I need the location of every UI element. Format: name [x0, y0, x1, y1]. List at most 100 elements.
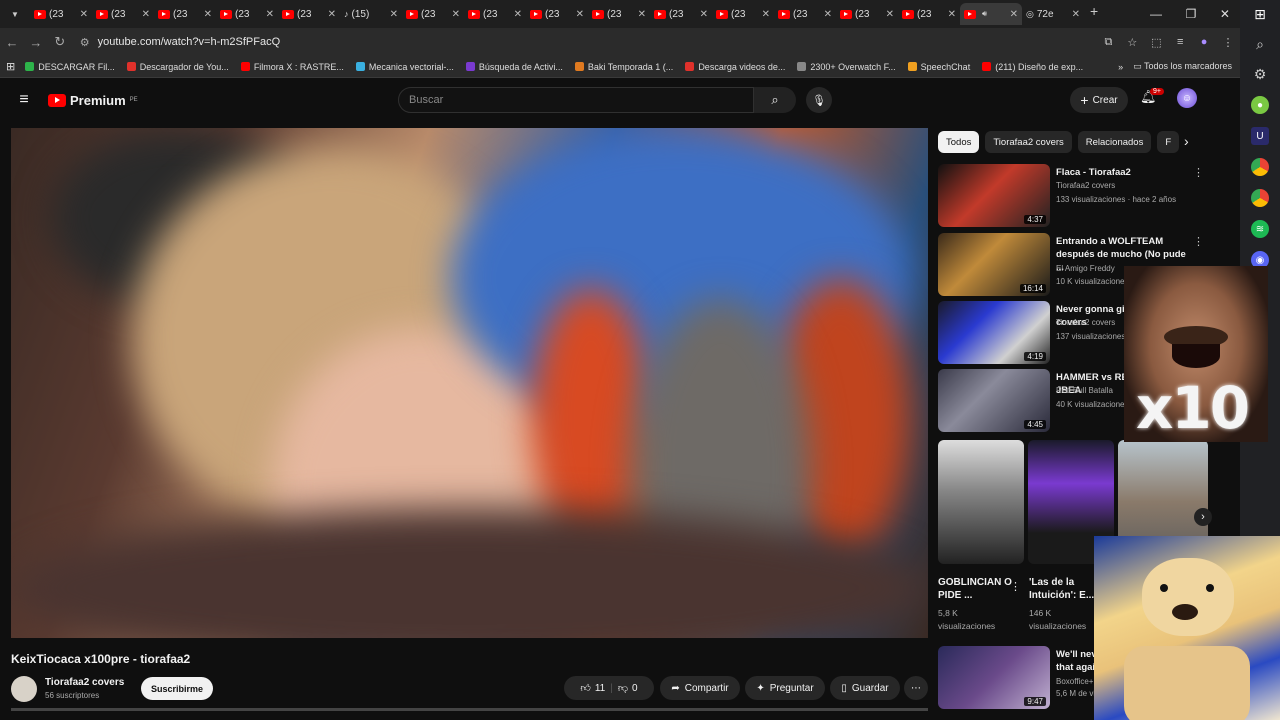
more-bookmarks-icon[interactable]: »: [1118, 62, 1123, 72]
ask-button[interactable]: ✦ Preguntar: [745, 676, 825, 700]
settings-gear-icon[interactable]: ⚙: [1254, 66, 1267, 83]
filter-chip[interactable]: F: [1157, 131, 1180, 153]
search-button[interactable]: ⌕: [754, 87, 796, 113]
search-side-icon[interactable]: ⌕: [1256, 36, 1264, 53]
close-tab-icon[interactable]: ✕: [204, 9, 212, 20]
forward-icon[interactable]: →: [24, 35, 48, 50]
more-options-icon[interactable]: ⋮: [1193, 235, 1204, 248]
browser-tab[interactable]: (23 ✕: [898, 3, 960, 25]
subscribe-button[interactable]: Suscribirme: [141, 677, 213, 700]
close-tab-icon[interactable]: ✕: [638, 9, 646, 20]
youtube-premium-logo[interactable]: Premium PE: [48, 93, 138, 108]
reload-icon[interactable]: ↻: [48, 34, 72, 50]
install-icon[interactable]: ⧉: [1096, 36, 1120, 49]
short-title[interactable]: 'Las de la Intuición': E...: [1029, 576, 1095, 602]
restore-icon[interactable]: ❐: [1186, 7, 1197, 21]
bookmark-star-icon[interactable]: ☆: [1120, 36, 1144, 49]
search-input[interactable]: Buscar: [398, 87, 754, 113]
close-tab-icon[interactable]: ✕: [824, 9, 832, 20]
guide-menu-icon[interactable]: ≡: [0, 91, 48, 109]
u-app-icon[interactable]: U: [1251, 127, 1269, 145]
browser-tab[interactable]: (23 ✕: [650, 3, 712, 25]
bookmark-item[interactable]: Descarga videos de...: [685, 62, 785, 72]
tab-search-icon[interactable]: ▼: [4, 4, 26, 24]
browser-tab[interactable]: (23 ✕: [526, 3, 588, 25]
close-tab-icon[interactable]: ✕: [452, 9, 460, 20]
close-tab-icon[interactable]: ✕: [328, 9, 336, 20]
browser-tab[interactable]: 🔊︎ ✕: [960, 3, 1022, 25]
short-title[interactable]: GOBLINCIAN O PIDE ...: [938, 576, 1012, 602]
filter-chip[interactable]: Relacionados: [1077, 131, 1152, 153]
channel-name[interactable]: Tiorafaa2 covers: [45, 677, 124, 688]
browser-tab[interactable]: (23 ✕: [402, 3, 464, 25]
browser-tab[interactable]: (23 ✕: [588, 3, 650, 25]
browser-tab[interactable]: (23 ✕: [712, 3, 774, 25]
close-tab-icon[interactable]: ✕: [576, 9, 584, 20]
dislike-button[interactable]: 👎︎ 0: [618, 682, 638, 695]
browser-tab[interactable]: (23 ✕: [216, 3, 278, 25]
close-tab-icon[interactable]: ✕: [80, 9, 88, 20]
short-thumbnail[interactable]: [938, 440, 1024, 564]
video-player[interactable]: [11, 128, 928, 638]
back-icon[interactable]: ←: [0, 35, 24, 50]
bookmark-item[interactable]: Búsqueda de Activi...: [465, 62, 563, 72]
like-button[interactable]: 👍︎ 11: [580, 682, 605, 695]
filter-chip[interactable]: Todos: [938, 131, 980, 153]
extensions-icon[interactable]: ⬚: [1144, 36, 1168, 49]
voice-search-button[interactable]: 🎙︎: [806, 87, 832, 113]
more-options-icon[interactable]: ⋮: [1193, 166, 1204, 179]
close-tab-icon[interactable]: ✕: [266, 9, 274, 20]
bookmark-item[interactable]: Descargador de You...: [126, 62, 229, 72]
progress-bar[interactable]: [11, 708, 928, 711]
close-tab-icon[interactable]: ✕: [948, 9, 956, 20]
recommendation-item[interactable]: 4:37 Flaca - Tiorafaa2 Tiorafaa2 covers 133…: [938, 164, 1208, 228]
close-window-icon[interactable]: ✕: [1220, 7, 1230, 21]
channel-avatar[interactable]: [11, 676, 37, 702]
close-tab-icon[interactable]: ✕: [1072, 9, 1080, 20]
short-more-icon[interactable]: ⋮: [1010, 580, 1021, 593]
more-actions-button[interactable]: ⋯: [904, 676, 928, 700]
browser-tab[interactable]: ◎ 72e ✕: [1022, 3, 1084, 25]
bookmark-item[interactable]: DESCARGAR Fil...: [25, 62, 115, 72]
bookmark-item[interactable]: Mecanica vectorial-...: [355, 62, 454, 72]
browser-tab[interactable]: (23 ✕: [774, 3, 836, 25]
browser-tab[interactable]: (23 ✕: [30, 3, 92, 25]
close-tab-icon[interactable]: ✕: [700, 9, 708, 20]
browser-tab[interactable]: (23 ✕: [464, 3, 526, 25]
account-avatar[interactable]: ☺: [1177, 88, 1197, 108]
bookmark-item[interactable]: Filmora X : RASTRE...: [240, 62, 344, 72]
media-icon[interactable]: ≡: [1168, 36, 1192, 48]
menu-dots-icon[interactable]: ⋮: [1216, 36, 1240, 49]
filter-chip[interactable]: Tiorafaa2 covers: [985, 131, 1072, 153]
apps-grid-icon[interactable]: ⊞: [6, 60, 15, 73]
new-tab-icon[interactable]: +: [1090, 3, 1098, 25]
browser-tab[interactable]: ♪ (15) ✕: [340, 3, 402, 25]
browser-tab[interactable]: (23 ✕: [154, 3, 216, 25]
close-tab-icon[interactable]: ✕: [514, 9, 522, 20]
url-field[interactable]: ⚙ youtube.com/watch?v=h-m2SfPFacQ: [79, 31, 1097, 53]
bookmark-item[interactable]: Baki Temporada 1 (...: [574, 62, 673, 72]
close-tab-icon[interactable]: ✕: [390, 9, 398, 20]
spotify-icon[interactable]: ≋: [1251, 220, 1269, 238]
minimize-icon[interactable]: —: [1150, 7, 1162, 21]
browser-tab[interactable]: (23 ✕: [836, 3, 898, 25]
save-button[interactable]: ▯ Guardar: [830, 676, 900, 700]
windows-logo-icon[interactable]: ⊞: [1254, 6, 1266, 23]
bookmark-item[interactable]: (211) Diseño de exp...: [982, 62, 1083, 72]
chrome-icon[interactable]: [1251, 158, 1269, 176]
close-tab-icon[interactable]: ✕: [762, 9, 770, 20]
bookmark-item[interactable]: 2300+ Overwatch F...: [797, 62, 896, 72]
close-tab-icon[interactable]: ✕: [142, 9, 150, 20]
close-tab-icon[interactable]: ✕: [886, 9, 894, 20]
chips-next-icon[interactable]: ›: [1184, 133, 1189, 149]
browser-tab[interactable]: (23 ✕: [92, 3, 154, 25]
audio-playing-icon[interactable]: 🔊︎: [982, 9, 987, 19]
site-info-icon[interactable]: ⚙: [80, 36, 90, 49]
shorts-next-icon[interactable]: ›: [1194, 508, 1212, 526]
chrome-alt-icon[interactable]: [1251, 189, 1269, 207]
browser-tab[interactable]: (23 ✕: [278, 3, 340, 25]
bookmark-item[interactable]: SpeechChat: [907, 62, 970, 72]
share-button[interactable]: ➦ Compartir: [660, 676, 740, 700]
profile-icon[interactable]: ●: [1192, 36, 1216, 48]
all-bookmarks-folder[interactable]: ▭ Todos los marcadores: [1133, 61, 1232, 72]
